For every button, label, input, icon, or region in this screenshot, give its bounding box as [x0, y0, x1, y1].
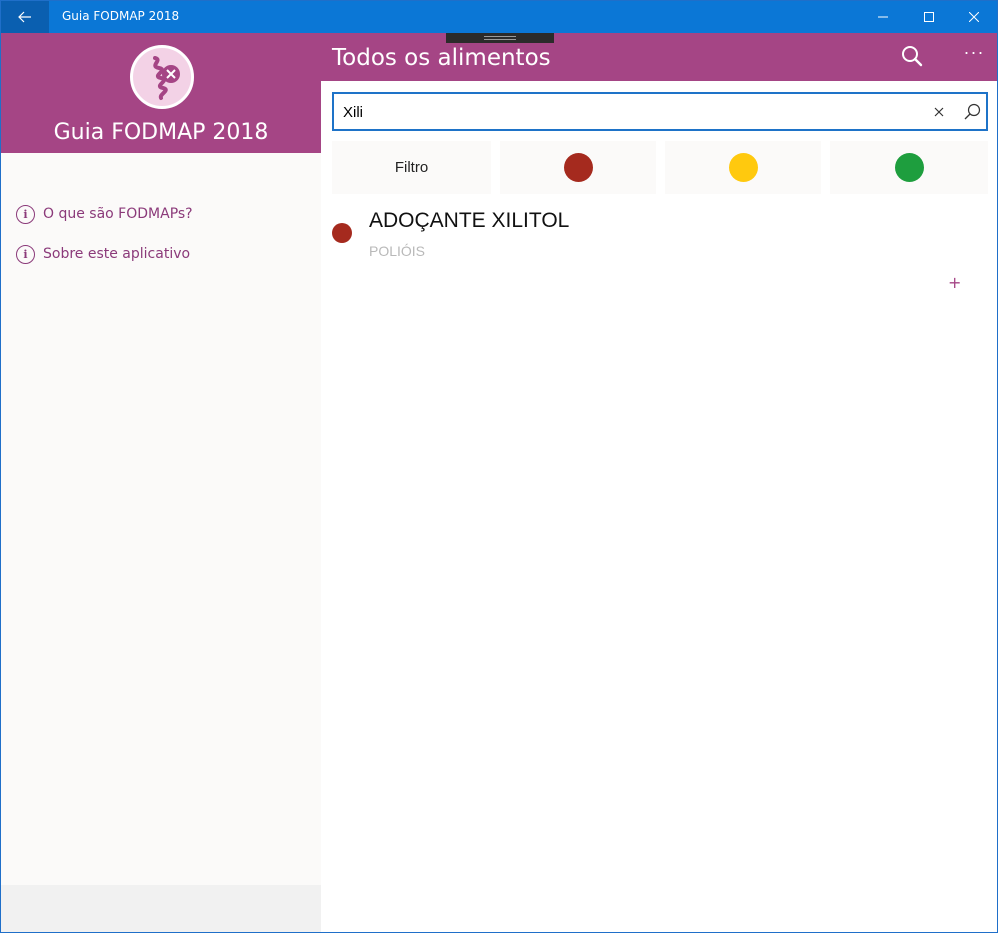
page-title: Todos os alimentos [332, 45, 551, 71]
window-title: Guia FODMAP 2018 [62, 9, 180, 23]
clear-icon [934, 107, 944, 117]
filter-label: Filtro [394, 159, 429, 176]
main-header: Todos os alimentos ··· [321, 33, 997, 81]
info-icon: i [16, 244, 35, 264]
arrow-left-icon [18, 11, 31, 23]
list-item[interactable]: ADOÇANTE XILITOL POLIÓIS + [321, 203, 997, 303]
close-button[interactable] [951, 1, 997, 33]
sidebar: Guia FODMAP 2018 i O que são FODMAPs? i … [1, 33, 321, 932]
search-icon [964, 103, 981, 120]
food-name: ADOÇANTE XILITOL [369, 209, 570, 232]
expand-button[interactable]: + [948, 273, 961, 292]
green-dot-icon [894, 153, 924, 182]
sidebar-header: Guia FODMAP 2018 [1, 33, 321, 153]
status-dot-icon [332, 223, 352, 243]
minimize-button[interactable] [860, 1, 906, 33]
search-icon [902, 46, 923, 67]
close-icon [969, 12, 979, 22]
back-button[interactable] [1, 1, 49, 33]
main-content: Todos os alimentos ··· Xili Filtro ADOÇA… [321, 33, 997, 932]
title-bar: Guia FODMAP 2018 [1, 1, 997, 33]
minimize-icon [878, 16, 888, 18]
sidebar-item-about-app[interactable]: i Sobre este aplicativo [16, 243, 190, 265]
submit-search-button[interactable] [962, 102, 982, 122]
sidebar-item-label: Sobre este aplicativo [43, 246, 191, 262]
filter-row: Filtro [332, 141, 988, 194]
sidebar-item-label: O que são FODMAPs? [43, 206, 193, 222]
filter-green-button[interactable] [830, 141, 988, 194]
intestine-logo-icon [130, 45, 194, 109]
search-box [332, 92, 988, 131]
sidebar-footer [1, 885, 321, 932]
app-title: Guia FODMAP 2018 [53, 120, 269, 145]
header-search-button[interactable] [901, 45, 927, 71]
maximize-icon [924, 12, 934, 22]
more-button[interactable]: ··· [961, 42, 987, 71]
app-window: Guia FODMAP 2018 Guia FODMAP 2018 i O qu [0, 0, 998, 933]
yellow-dot-icon [728, 153, 758, 182]
food-category: POLIÓIS [369, 243, 426, 259]
red-dot-icon [563, 153, 593, 182]
maximize-button[interactable] [906, 1, 952, 33]
filter-red-button[interactable] [500, 141, 656, 194]
drag-handle[interactable] [446, 33, 554, 43]
search-input[interactable] [343, 100, 903, 124]
clear-search-button[interactable] [930, 103, 948, 121]
filter-label-cell: Filtro [332, 141, 491, 194]
info-icon: i [16, 204, 35, 224]
more-icon: ··· [963, 42, 985, 62]
filter-yellow-button[interactable] [665, 141, 821, 194]
sidebar-item-what-are-fodmaps[interactable]: i O que são FODMAPs? [16, 203, 193, 225]
